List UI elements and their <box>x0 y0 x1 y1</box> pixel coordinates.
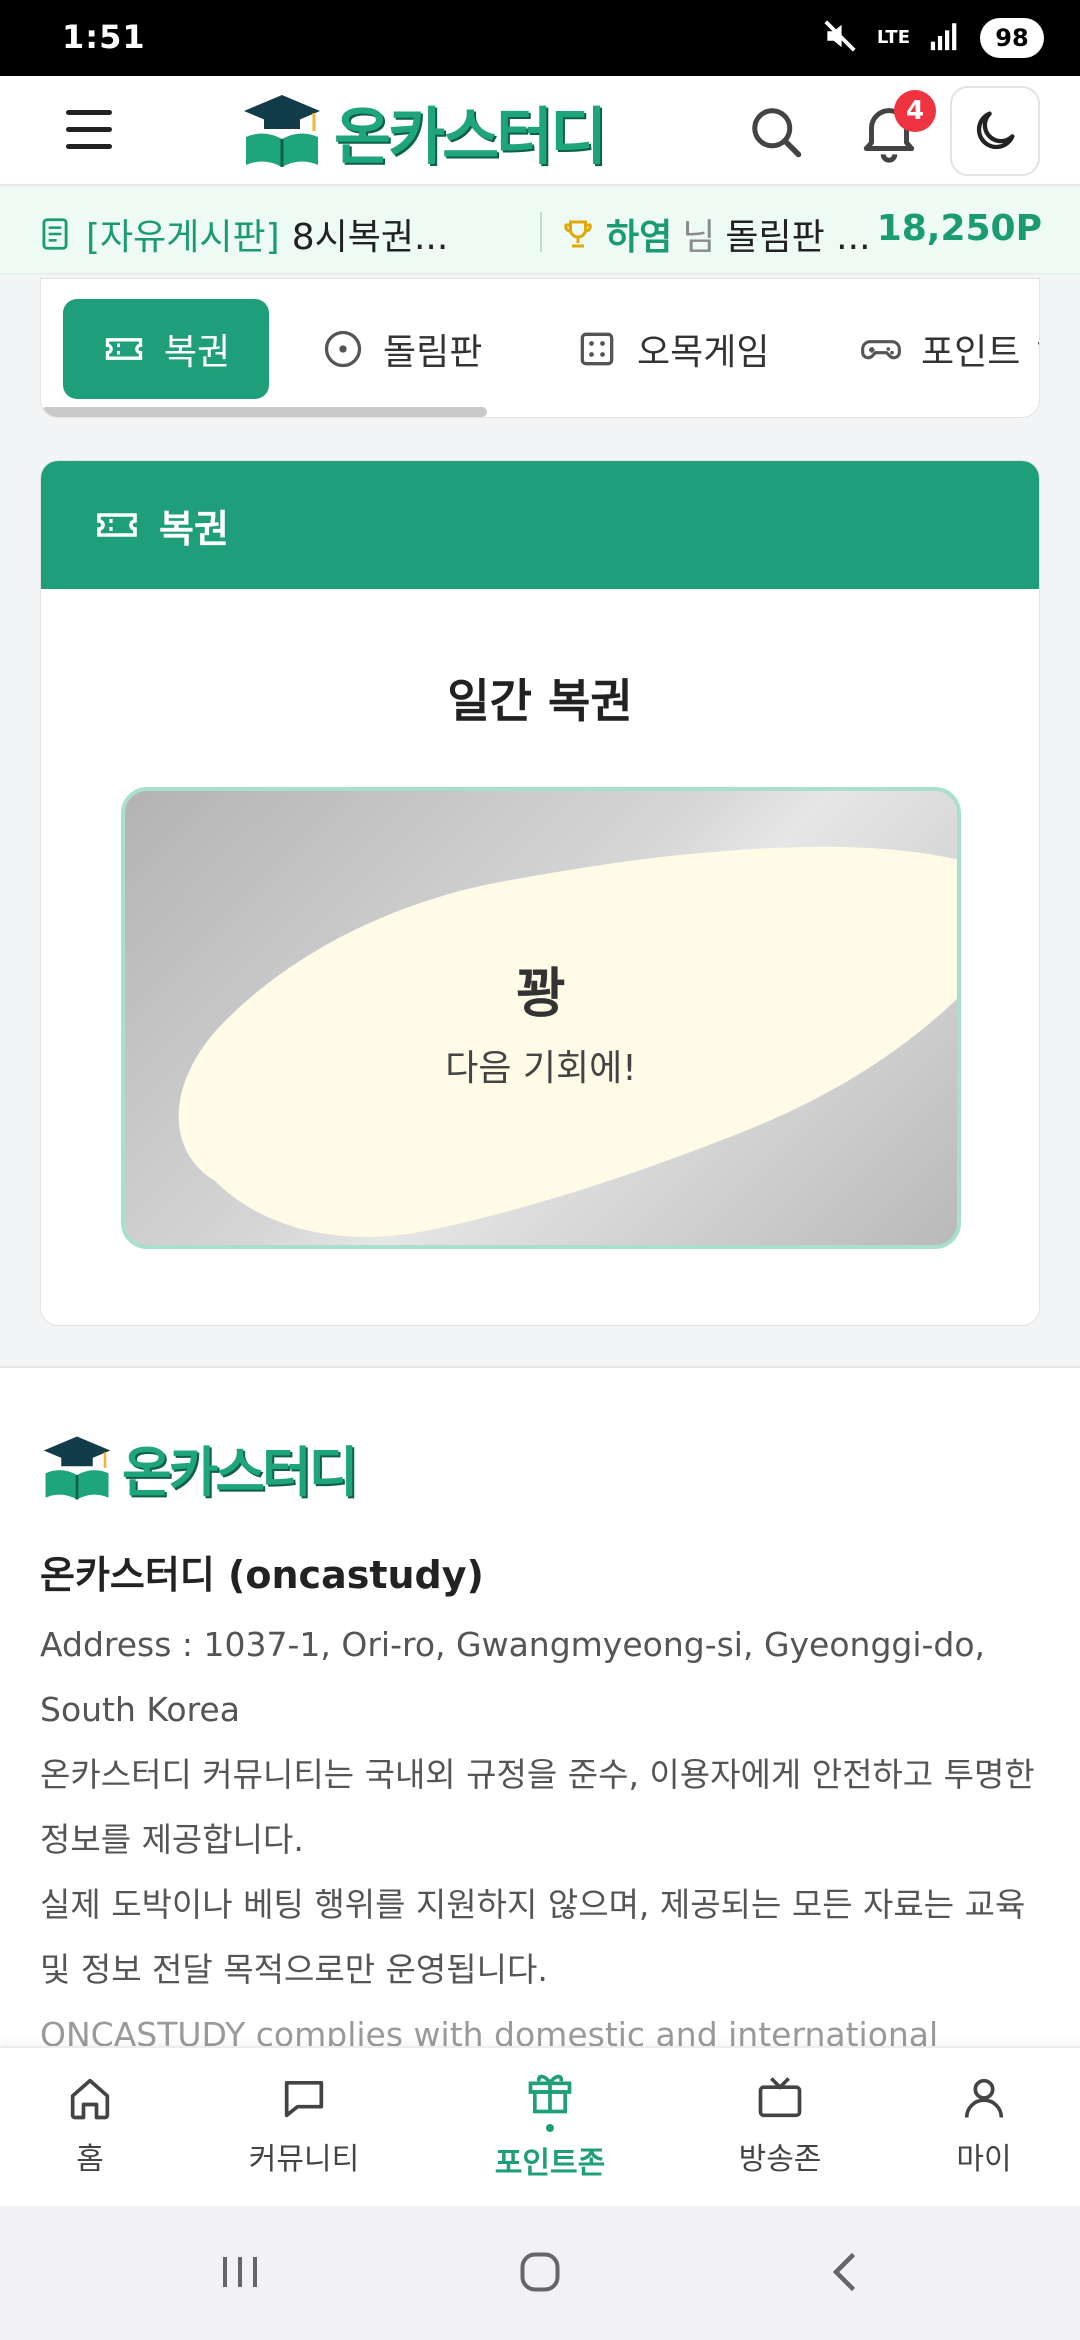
document-icon <box>42 218 68 250</box>
tab-label: 포인트 ㄱ <box>921 332 1039 373</box>
app-header: 온카스터디 4 <box>0 76 1080 186</box>
ticker-post-title: 8시복권... <box>291 217 449 258</box>
ticker-user: 하염 <box>606 217 673 258</box>
footer-notice-1: 온카스터디 커뮤니티는 국내외 규정을 준수, 이용자에게 안전하고 투명한 정… <box>40 1755 1035 1859</box>
lottery-result: 꽝 <box>516 962 566 1025</box>
ticker-divider <box>540 212 542 252</box>
tab-label: 복권 <box>163 332 231 373</box>
graduation-book-icon <box>244 95 320 167</box>
tv-icon <box>758 2077 802 2118</box>
back-icon[interactable] <box>816 2242 876 2302</box>
mute-icon <box>821 17 859 59</box>
ticker-post[interactable]: [자유게시판] 8시복권... <box>36 208 448 260</box>
tabs-scrollbar[interactable] <box>41 407 487 417</box>
ticket-icon <box>105 338 143 360</box>
nav-point-zone[interactable]: 포인트존 <box>450 2066 650 2182</box>
status-time: 1:51 <box>62 18 146 56</box>
footer-logo-text: 온카스터디 <box>122 1441 358 1504</box>
chat-icon <box>284 2080 324 2118</box>
wheel-icon <box>324 330 362 368</box>
bottom-navigation: 홈 커뮤니티 포인트존 방송존 마이 <box>0 2046 1080 2206</box>
signal-icon <box>928 19 962 57</box>
home-icon <box>70 2078 110 2120</box>
footer-info: Address : 1037-1, Ori-ro, Gwangmyeong-si… <box>40 1612 1040 2067</box>
ticker-points: 18,250P <box>876 208 1042 249</box>
gamepad-icon <box>861 340 901 360</box>
battery-level: 98 <box>980 18 1044 58</box>
scratch-card[interactable]: 꽝 다음 기회에! <box>121 787 961 1249</box>
nav-my[interactable]: 마이 <box>884 2072 1080 2178</box>
tab-point-game[interactable]: 포인트 ㄱ <box>859 299 1039 399</box>
site-logo[interactable]: 온카스터디 <box>240 86 607 176</box>
ticker-activity-text: 돌림판 ... <box>725 217 871 258</box>
nav-home[interactable]: 홈 <box>0 2072 190 2178</box>
nav-community[interactable]: 커뮤니티 <box>204 2072 404 2178</box>
system-navigation-bar <box>0 2206 1080 2340</box>
screen: 1:51 LTE 98 온카스터디 4 [자유게시판] 8시복권... 하염 님… <box>0 0 1080 2340</box>
lottery-card-header: 복권 <box>41 461 1039 589</box>
tab-omok[interactable]: 오목게임 <box>575 299 769 399</box>
home-button-icon[interactable] <box>510 2242 570 2302</box>
theme-toggle-button[interactable] <box>950 86 1040 176</box>
nav-broadcast[interactable]: 방송존 <box>680 2072 880 2178</box>
graduation-book-icon <box>43 1436 111 1499</box>
site-footer: 온카스터디 온카스터디 (oncastudy) Address : 1037-1… <box>0 1366 1080 2066</box>
nav-label: 커뮤니티 <box>248 2142 360 2177</box>
footer-logo[interactable]: 온카스터디 <box>40 1428 358 1507</box>
search-icon[interactable] <box>746 102 806 162</box>
gift-icon <box>528 2074 572 2114</box>
tab-label: 돌림판 <box>383 332 483 373</box>
nav-label: 방송존 <box>738 2142 822 2177</box>
ticker-activity[interactable]: 하염 님 돌림판 ... <box>560 208 871 260</box>
dice-icon <box>580 332 614 366</box>
lottery-card: 복권 일간 복권 꽝 다음 기회에! <box>40 460 1040 1326</box>
user-icon <box>964 2078 1004 2118</box>
notification-badge: 4 <box>894 90 936 132</box>
nav-label: 포인트존 <box>494 2146 606 2181</box>
ticket-icon <box>97 513 137 537</box>
active-indicator <box>546 2124 554 2132</box>
status-bar: 1:51 LTE 98 <box>0 0 1080 76</box>
network-label: LTE <box>876 27 910 48</box>
lottery-header-label: 복권 <box>159 506 229 551</box>
ticker-board: [자유게시판] <box>86 217 280 258</box>
lottery-message: 다음 기회에! <box>445 1048 637 1089</box>
activity-ticker: [자유게시판] 8시복권... 하염 님 돌림판 ... 18,250P <box>0 188 1080 274</box>
point-zone-tabs: 복권 돌림판 오목게임 포인트 ㄱ <box>40 278 1040 418</box>
nav-label: 마이 <box>956 2142 1012 2177</box>
footer-company-name: 온카스터디 (oncastudy) <box>40 1553 484 1597</box>
nav-label: 홈 <box>76 2142 104 2177</box>
menu-icon[interactable] <box>66 110 112 150</box>
logo-text: 온카스터디 <box>334 100 607 173</box>
footer-notice-2: 실제 도박이나 베팅 행위를 지원하지 않으며, 제공되는 모든 자료는 교육 … <box>40 1885 1026 1989</box>
tab-roulette[interactable]: 돌림판 <box>321 299 482 399</box>
trophy-icon <box>564 220 592 248</box>
status-icons: LTE 98 <box>821 16 1044 60</box>
tab-lottery[interactable]: 복권 <box>63 299 269 399</box>
footer-address: Address : 1037-1, Ori-ro, Gwangmyeong-si… <box>40 1625 986 1729</box>
lottery-title: 일간 복권 <box>447 674 633 728</box>
moon-icon <box>976 111 1015 150</box>
ticker-honorific: 님 <box>682 217 716 258</box>
notification-button[interactable]: 4 <box>854 90 936 166</box>
recent-apps-icon[interactable] <box>210 2242 270 2302</box>
tab-label: 오목게임 <box>637 332 770 373</box>
